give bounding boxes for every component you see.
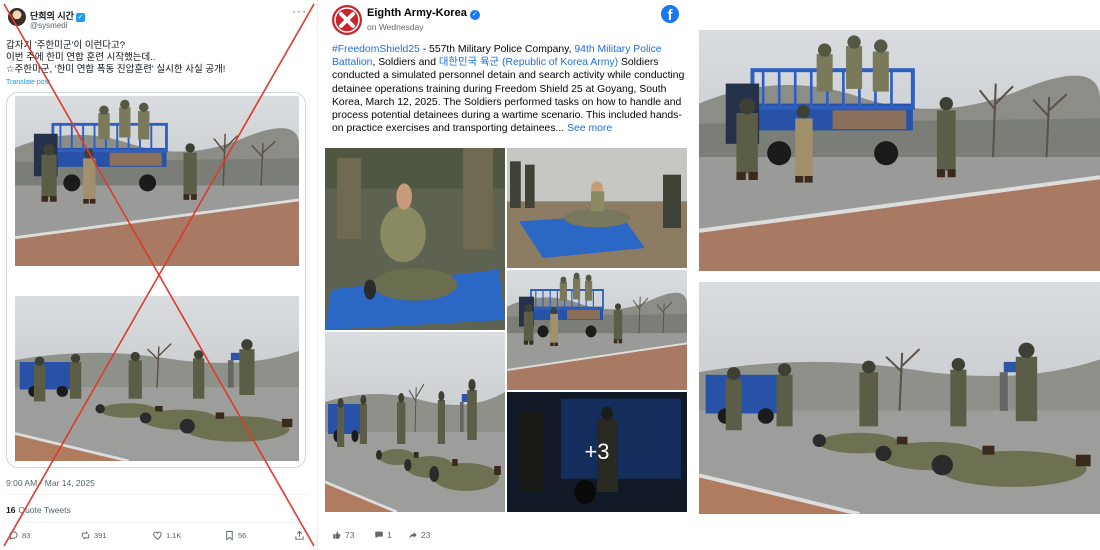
tweet-handle[interactable]: @sysmedi: [30, 21, 67, 30]
comment-icon: [375, 531, 383, 539]
tweet-timestamp[interactable]: 9:00 AM · Mar 14, 2025: [6, 478, 95, 488]
translate-post-link[interactable]: Translate post: [6, 79, 50, 86]
post-reactions: 73 1 23: [332, 530, 682, 544]
tweet-photo-prone[interactable]: [15, 296, 299, 461]
thumbs-up-icon: [333, 531, 341, 539]
post-photo-prone[interactable]: [325, 332, 505, 512]
share-count: 23: [421, 530, 431, 540]
divider: [6, 494, 308, 495]
post-line: on practice exercises and transporting d…: [332, 123, 565, 135]
reply-count: 83: [22, 531, 31, 540]
tweet-actions: 83 391 1.1K 56: [8, 530, 308, 544]
like-button[interactable]: 1.1K: [152, 530, 181, 541]
verified-badge-icon: ✓: [75, 13, 85, 22]
post-photo-truck[interactable]: [507, 270, 687, 390]
post-line: conducted a simulated personnel detain a…: [332, 70, 685, 82]
retweet-icon: [81, 531, 90, 540]
page-logo-icon[interactable]: [332, 5, 362, 35]
comment-button[interactable]: 1: [374, 530, 392, 540]
tweet-text: 갑자기 '주한미군'이 이런다고? 이번 주에 한미 연합 훈련 시작했는데..…: [6, 40, 306, 76]
retweet-button[interactable]: 391: [80, 530, 107, 541]
heart-icon: [153, 531, 162, 540]
tweet-photo-truck[interactable]: [15, 96, 299, 266]
reply-button[interactable]: 83: [8, 530, 30, 541]
comment-count: 1: [387, 530, 392, 540]
page-name-text[interactable]: Eighth Army-Korea: [367, 7, 467, 19]
rok-army-link[interactable]: 대한민국 육군 (Republic of Korea Army): [439, 57, 618, 68]
reply-icon: [9, 531, 18, 541]
display-name-text[interactable]: 단희의 시간: [30, 11, 74, 21]
photo-truck-detainees[interactable]: [699, 30, 1100, 271]
tweet-line: 갑자기 '주한미군'이 이런다고?: [6, 40, 126, 51]
more-photos-count[interactable]: +3: [507, 392, 687, 512]
like-count: 1.1K: [166, 531, 182, 540]
verified-badge-icon: ✓: [469, 10, 480, 20]
see-more-link[interactable]: See more: [567, 123, 612, 134]
tweet-line: ☆주한미군, '한미 연합 폭동 진압훈련' 실시한 사실 공개!: [6, 64, 226, 75]
quote-tweets-link[interactable]: 16 Quote Tweets: [6, 505, 71, 515]
unit-link-continued[interactable]: Battalion: [332, 57, 372, 68]
post-text: #FreedomShield25 - 557th Military Police…: [332, 43, 685, 135]
like-button[interactable]: 73: [332, 530, 354, 540]
share-arrow-icon: [409, 532, 417, 539]
share-button[interactable]: [294, 530, 305, 541]
tweet-line: 이번 주에 한미 연합 훈련 시작했는데..: [6, 52, 156, 63]
post-text-part: Soldiers: [618, 57, 659, 69]
post-line: detainee operations training during Free…: [332, 83, 667, 95]
quote-count: 16: [6, 505, 16, 515]
post-line: process potential detainees during a war…: [332, 110, 682, 122]
facebook-post: Eighth Army-Korea ✓ on Wednesday f #Freed…: [322, 0, 693, 550]
quote-label: Quote Tweets: [18, 505, 71, 515]
unit-link[interactable]: 94th Military Police: [574, 44, 661, 55]
divider: [6, 522, 308, 523]
retweet-count: 391: [94, 531, 107, 540]
share-icon: [295, 530, 304, 540]
hashtag-link[interactable]: #FreedomShield25: [332, 44, 420, 55]
tweet-media: [6, 92, 306, 468]
more-options-icon[interactable]: ···: [292, 4, 307, 18]
post-photo-mat-search[interactable]: [325, 148, 505, 330]
avatar[interactable]: [8, 8, 26, 26]
bookmark-icon: [226, 530, 233, 541]
post-text-part: , Soldiers and: [372, 57, 439, 69]
post-photo-mat-ground[interactable]: [507, 148, 687, 268]
bookmark-count: 56: [238, 531, 247, 540]
like-count: 73: [345, 530, 355, 540]
post-text-part: - 557th Military Police Company,: [419, 44, 575, 55]
share-button[interactable]: 23: [408, 530, 430, 540]
page-name[interactable]: Eighth Army-Korea ✓: [367, 7, 480, 20]
post-photo-more[interactable]: +3: [507, 392, 687, 512]
post-time[interactable]: on Wednesday: [367, 22, 424, 32]
post-line: Korea, March 12, 2025. The Soldiers perf…: [332, 96, 682, 108]
tweet-card: 단희의 시간 ✓ @sysmedi ··· 갑자기 '주한미군'이 이런다고? 이…: [0, 0, 318, 550]
bookmark-button[interactable]: 56: [224, 530, 246, 541]
facebook-logo-icon: f: [661, 5, 679, 24]
photo-prone-detainees[interactable]: [699, 282, 1100, 514]
